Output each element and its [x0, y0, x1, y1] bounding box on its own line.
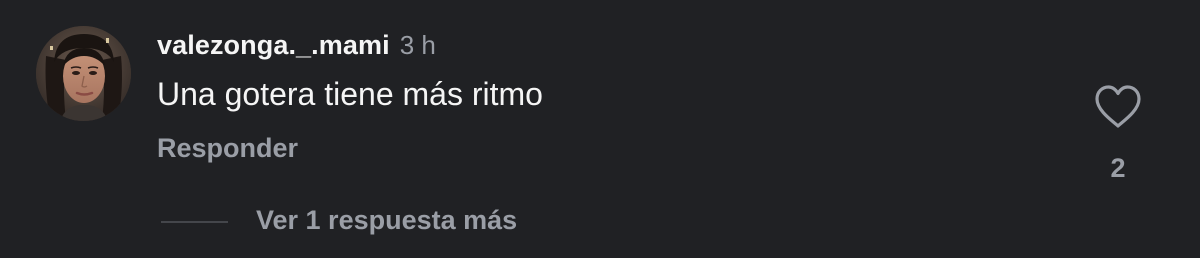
- comment-text: Una gotera tiene más ritmo: [157, 76, 543, 112]
- heart-outline-icon: [1095, 85, 1141, 128]
- avatar-image: [36, 26, 131, 121]
- username[interactable]: valezonga._.mami: [157, 30, 390, 61]
- like-button[interactable]: [1093, 84, 1143, 130]
- avatar[interactable]: [36, 26, 131, 121]
- view-more-replies-button[interactable]: Ver 1 respuesta más: [256, 205, 517, 236]
- reply-button[interactable]: Responder: [157, 133, 298, 164]
- replies-divider: [161, 221, 228, 223]
- comment-header: valezonga._.mami 3 h: [157, 30, 436, 64]
- like-count: 2: [1110, 153, 1126, 183]
- comment-timestamp: 3 h: [399, 30, 436, 60]
